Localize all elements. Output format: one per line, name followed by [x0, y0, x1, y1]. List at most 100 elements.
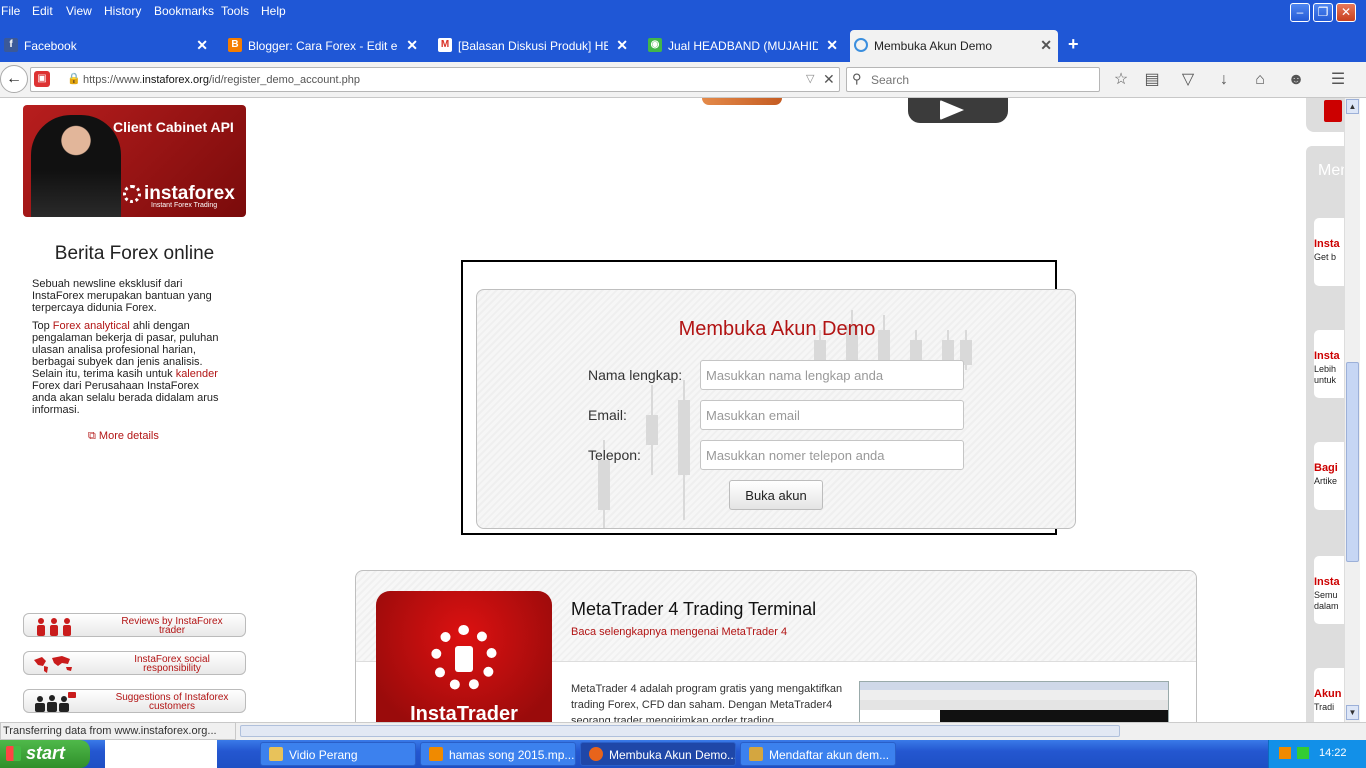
metatrader-more-link[interactable]: Baca selengkapnya mengenai MetaTrader 4	[571, 626, 787, 638]
navigation-bar: ← ▣ 🔒 https://www.instaforex.org/id/regi…	[0, 62, 1366, 98]
tab-tokopedia[interactable]: ◉ Jual HEADBAND (MUJAHID FI... ✕	[644, 32, 844, 60]
right-panel-item[interactable]: Insta Get b	[1314, 218, 1344, 286]
reading-list-icon[interactable]: ▤	[1141, 70, 1163, 92]
phone-input[interactable]	[700, 440, 964, 470]
vertical-scrollbar[interactable]: ▲ ▼	[1344, 98, 1360, 722]
task-membuka-akun-demo[interactable]: Membuka Akun Demo...	[580, 742, 736, 766]
fullname-input[interactable]	[700, 360, 964, 390]
network-tray-icon[interactable]	[1297, 747, 1309, 759]
home-icon[interactable]: ⌂	[1249, 70, 1271, 92]
email-label: Email:	[588, 407, 627, 423]
site-identity-icon[interactable]: ▣	[34, 71, 50, 87]
pocket-icon[interactable]: ▽	[1177, 70, 1199, 92]
new-tab-button[interactable]: +	[1068, 34, 1079, 55]
close-window-button[interactable]: ✕	[1336, 3, 1356, 22]
start-button[interactable]: start	[0, 740, 90, 768]
kalender-link[interactable]: kalender	[176, 368, 218, 380]
restore-button[interactable]: ❐	[1313, 3, 1333, 22]
loading-icon	[854, 38, 868, 52]
client-cabinet-banner[interactable]: Client Cabinet API instaforex Instant Fo…	[23, 105, 246, 217]
url-dropdown-icon[interactable]: ▽	[806, 72, 814, 85]
gmail-icon: M	[438, 38, 452, 52]
right-panel-item[interactable]: Bagi Artike	[1314, 442, 1344, 510]
system-tray: 14:22	[1268, 740, 1366, 768]
menu-help[interactable]: Help	[261, 4, 286, 18]
task-vidio-perang[interactable]: Vidio Perang	[260, 742, 416, 766]
chart-background	[646, 415, 658, 445]
right-panel-heading: Men	[1318, 162, 1344, 179]
horizontal-scrollbar[interactable]	[236, 722, 1366, 740]
stop-icon[interactable]: ✕	[823, 71, 835, 88]
hello-icon[interactable]: ☻	[1285, 70, 1307, 92]
close-tab-icon[interactable]: ✕	[406, 37, 418, 54]
taskbar-blank-area	[105, 740, 217, 768]
tab-blogger[interactable]: B Blogger: Cara Forex - Edit entri ✕	[224, 32, 424, 60]
vlc-icon	[429, 747, 443, 761]
facebook-icon: f	[4, 38, 18, 52]
tab-gmail[interactable]: M [Balasan Diskusi Produk] HEA... ✕	[434, 32, 634, 60]
windows-logo-icon	[6, 746, 21, 761]
screenshot-menubar	[860, 690, 1168, 700]
minimize-button[interactable]: –	[1290, 3, 1310, 22]
search-bar[interactable]: ⚲	[846, 67, 1100, 92]
url-bar[interactable]: ▣ 🔒 https://www.instaforex.org/id/regist…	[30, 67, 840, 92]
tab-membuka-akun-demo[interactable]: Membuka Akun Demo ✕	[850, 30, 1058, 62]
right-panel-item[interactable]: Insta Semu dalam	[1314, 556, 1344, 624]
video-play-button[interactable]	[908, 98, 1008, 123]
open-account-button[interactable]: Buka akun	[729, 480, 823, 510]
close-tab-icon[interactable]: ✕	[1040, 37, 1052, 54]
right-panel-item[interactable]: Insta Lebih untuk	[1314, 330, 1344, 398]
menu-bookmarks[interactable]: Bookmarks	[154, 4, 214, 18]
right-top-widget[interactable]	[1306, 98, 1344, 132]
chart-background	[942, 340, 954, 360]
vlc-tray-icon[interactable]	[1279, 747, 1291, 759]
close-tab-icon[interactable]: ✕	[616, 37, 628, 54]
right-panel-item[interactable]: Akun Tradi	[1314, 668, 1344, 722]
metatrader-panel: InstaTrader MetaTrader 4 Trading Termina…	[355, 570, 1197, 722]
form-title: Membuka Akun Demo	[678, 318, 876, 340]
menu-view[interactable]: View	[66, 4, 92, 18]
scroll-down-icon[interactable]: ▼	[1346, 705, 1359, 720]
metatrader-description: MetaTrader 4 adalah program gratis yang …	[571, 683, 843, 722]
suggestions-button[interactable]: Suggestions of Instaforex customers	[23, 689, 246, 713]
clock[interactable]: 14:22	[1319, 747, 1347, 759]
scroll-up-icon[interactable]: ▲	[1346, 99, 1359, 114]
menu-tools[interactable]: Tools	[221, 4, 249, 18]
news-paragraph: Sebuah newsline eksklusif dari InstaFore…	[32, 278, 212, 314]
close-tab-icon[interactable]: ✕	[196, 37, 208, 54]
back-button[interactable]: ←	[0, 65, 28, 93]
menu-edit[interactable]: Edit	[32, 4, 53, 18]
video-thumbnail[interactable]	[702, 98, 782, 105]
play-icon	[940, 100, 964, 120]
tab-facebook[interactable]: f Facebook ✕	[0, 32, 214, 60]
tab-label: Jual HEADBAND (MUJAHID FI...	[668, 39, 818, 53]
task-mendaftar-akun[interactable]: Mendaftar akun dem...	[740, 742, 896, 766]
terminal-screenshot[interactable]	[859, 681, 1169, 722]
url-text: https://www.instaforex.org/id/register_d…	[83, 74, 360, 86]
cog-center	[455, 646, 473, 672]
demo-account-form: Membuka Akun Demo Nama lengkap: Email: T…	[476, 289, 1076, 529]
download-icon[interactable]: ↓	[1213, 70, 1235, 92]
social-responsibility-button[interactable]: InstaForex social responsibility	[23, 651, 246, 675]
button-label: InstaForex social responsibility	[134, 654, 210, 674]
fullname-label: Nama lengkap:	[588, 367, 683, 383]
screenshot-toolbar	[860, 700, 1168, 710]
menu-history[interactable]: History	[104, 4, 141, 18]
forex-analytical-link[interactable]: Forex analytical	[53, 320, 130, 332]
document-icon: ⧉	[88, 430, 96, 442]
menu-hamburger-icon[interactable]: ☰	[1327, 70, 1349, 92]
bookmark-star-icon[interactable]: ☆	[1110, 70, 1132, 92]
more-details-link[interactable]: ⧉ More details	[88, 430, 159, 443]
email-input[interactable]	[700, 400, 964, 430]
menu-file[interactable]: File	[1, 4, 20, 18]
taskbar: start Vidio Perang hamas song 2015.mp...…	[0, 740, 1366, 768]
search-input[interactable]	[871, 72, 1091, 88]
close-tab-icon[interactable]: ✕	[826, 37, 838, 54]
scroll-thumb[interactable]	[1346, 362, 1359, 562]
task-hamas-song[interactable]: hamas song 2015.mp...	[420, 742, 576, 766]
scroll-thumb[interactable]	[240, 725, 1120, 737]
button-label: Reviews by InstaForex trader	[121, 616, 223, 636]
instatrader-logo[interactable]: InstaTrader	[376, 591, 552, 722]
banner-title: Client Cabinet API	[113, 119, 234, 135]
reviews-button[interactable]: Reviews by InstaForex trader	[23, 613, 246, 637]
